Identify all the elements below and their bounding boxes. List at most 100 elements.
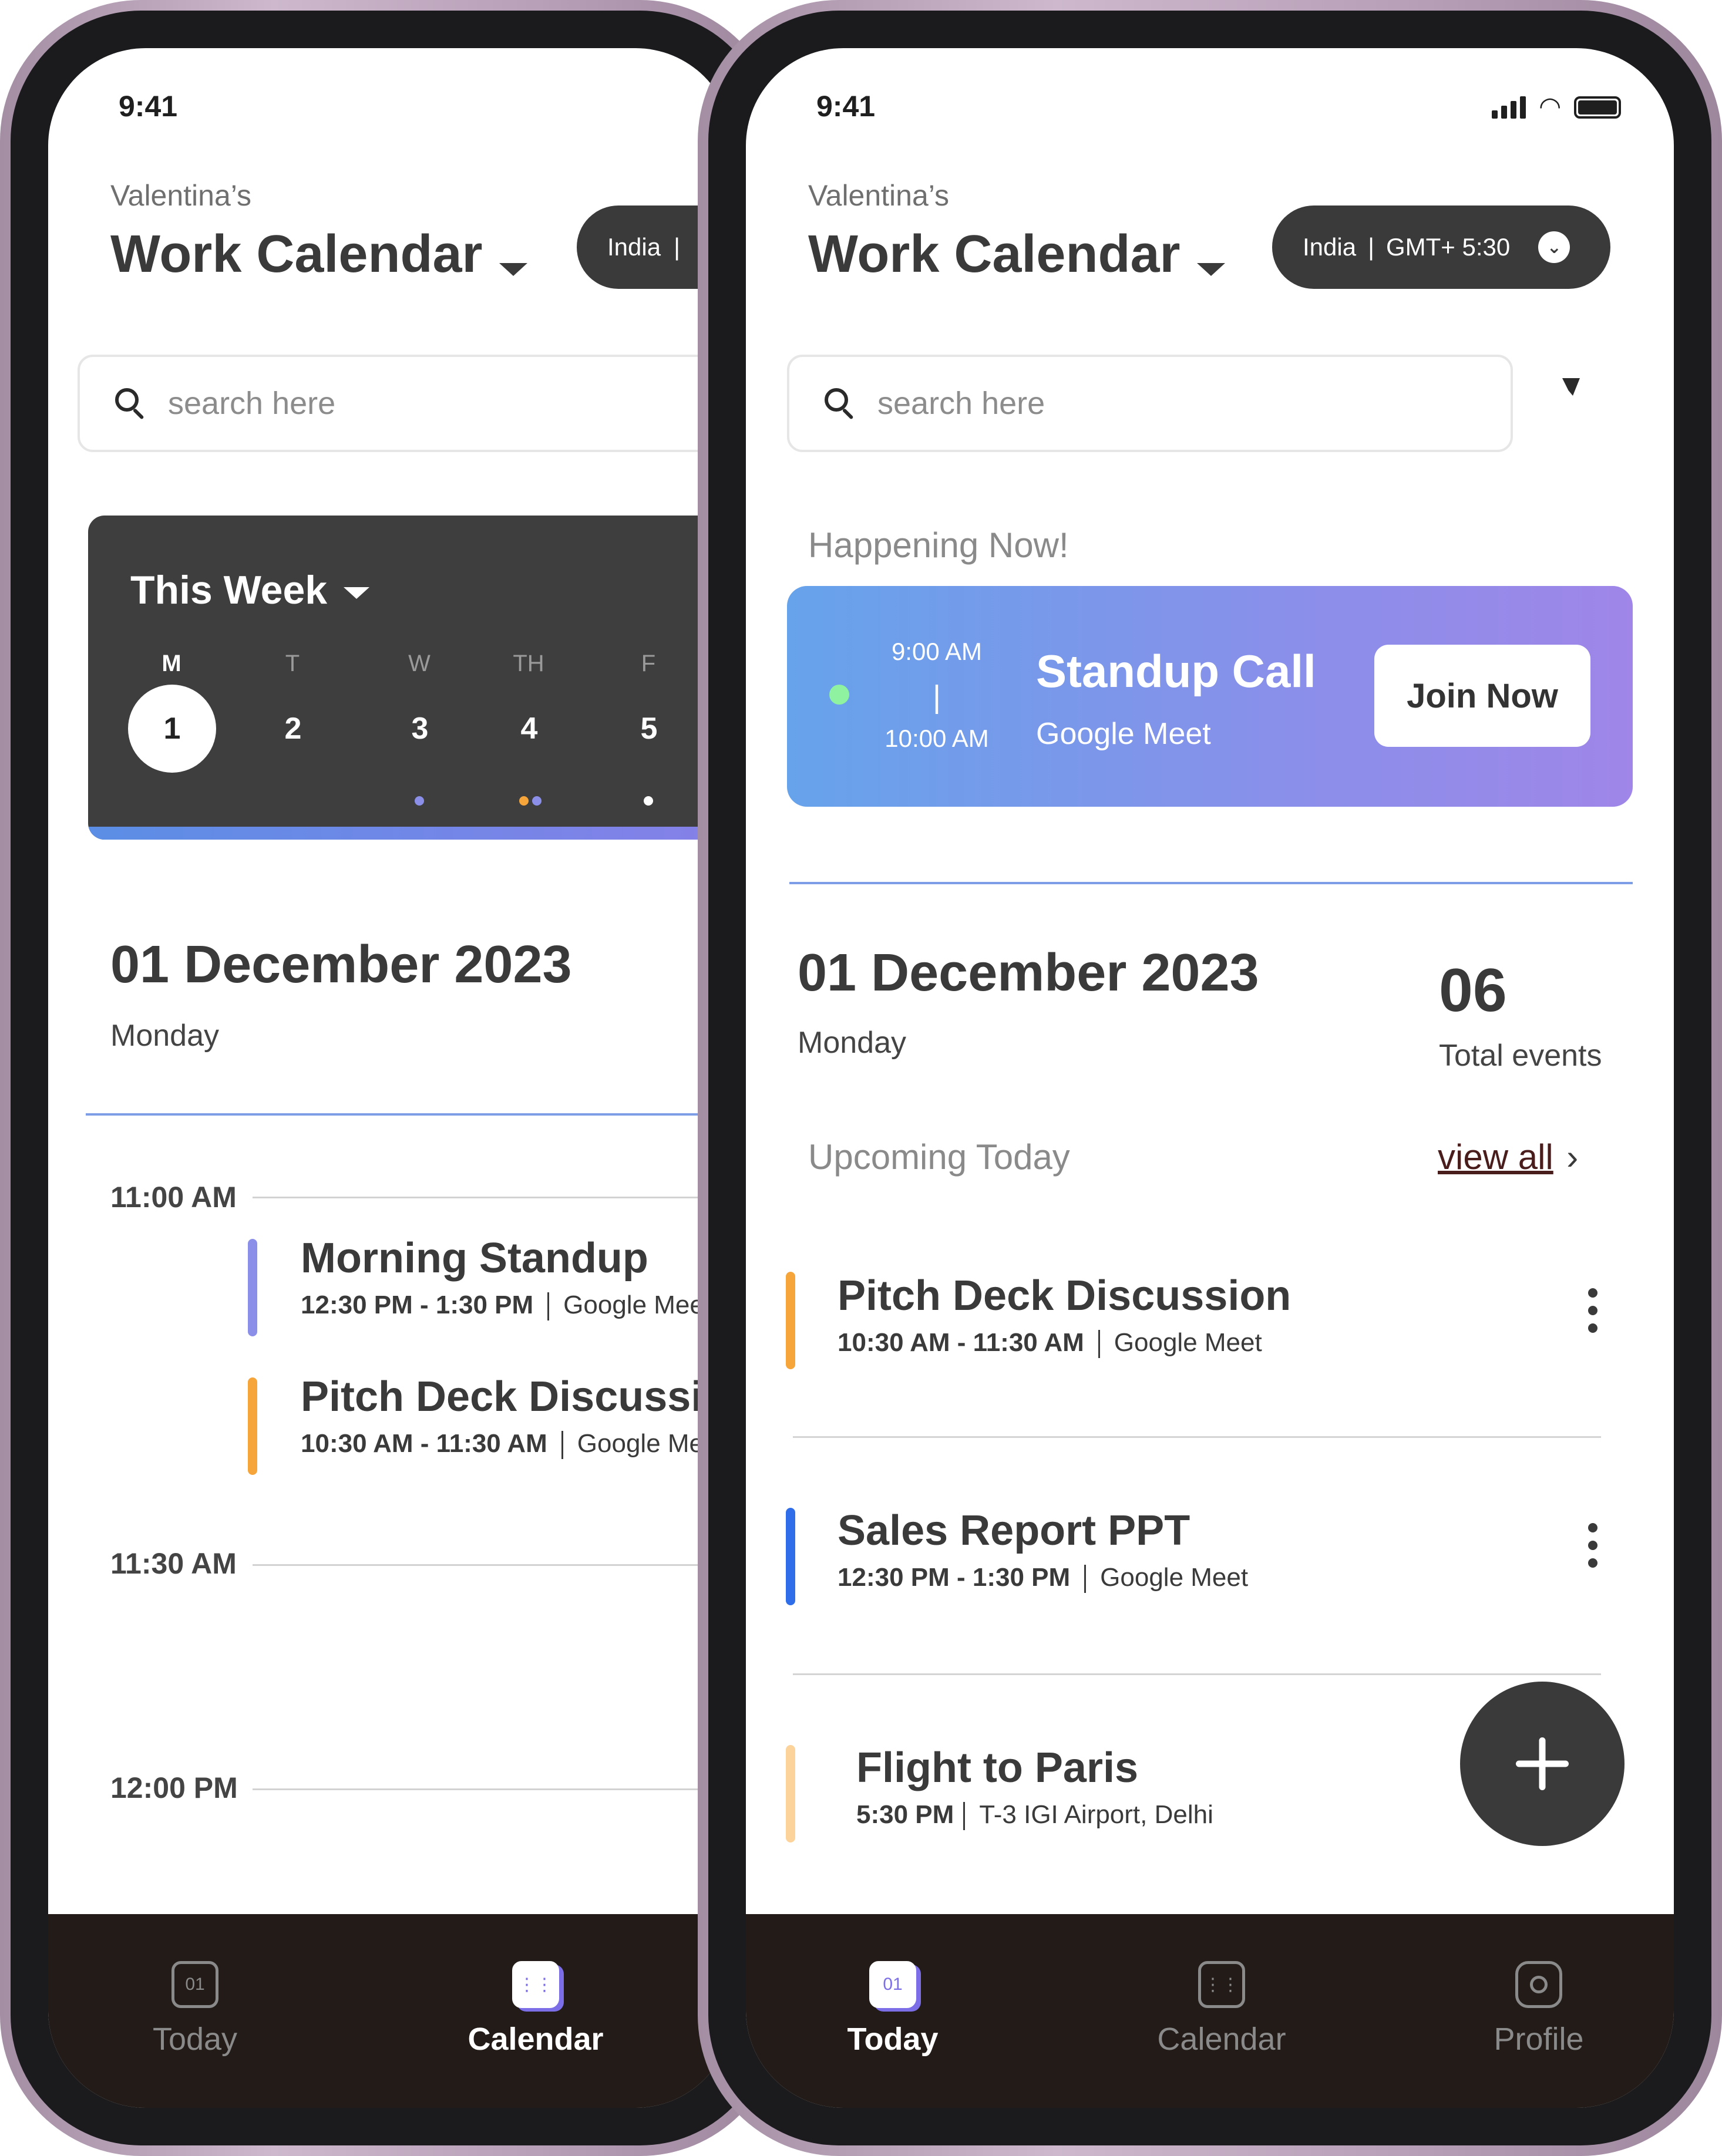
- event-meta: 5:30 PM T-3 IGI Airport, Delhi: [856, 1800, 1385, 1831]
- wifi-icon: ◠: [1539, 92, 1562, 121]
- search-bar[interactable]: search here: [787, 355, 1513, 452]
- phone-bezel: 9:41 ◠ Valentina’s Work Calendar India |…: [708, 11, 1711, 2145]
- calendar-icon: ⋮⋮: [1198, 1961, 1245, 2008]
- event-title: Sales Report PPT: [838, 1507, 1190, 1554]
- calendar-screen: 9:41 Valentina’s Work Calendar India | s…: [48, 48, 733, 2108]
- event-time: 12:30 PM - 1:30 PM: [838, 1563, 1071, 1592]
- search-icon: [115, 388, 146, 419]
- event-title: Morning Standup: [301, 1235, 648, 1282]
- selected-date: 01 December 2023: [798, 944, 1259, 1002]
- time-slot-label: 11:30 AM: [110, 1547, 237, 1580]
- phone-bezel: 9:41 Valentina’s Work Calendar India | s…: [11, 11, 771, 2145]
- event-meta: 10:30 AM - 11:30 AM Google Meet: [838, 1328, 1484, 1359]
- event-location: Google Meet: [1114, 1328, 1262, 1357]
- phone-right: 9:41 ◠ Valentina’s Work Calendar India |…: [698, 0, 1722, 2156]
- event-meta: 12:30 PM - 1:30 PM Google Meet: [301, 1291, 733, 1321]
- schedule-event-morning-standup[interactable]: Morning Standup 12:30 PM - 1:30 PM Google…: [301, 1234, 733, 1340]
- time-slot-label: 12:00 PM: [110, 1771, 238, 1804]
- timezone-separator: |: [674, 233, 680, 261]
- day-label-fri: F: [641, 651, 656, 676]
- nav-today[interactable]: 01 Today: [125, 1961, 265, 2078]
- caret-down-icon: [1196, 262, 1225, 276]
- nav-today-label: Today: [152, 2022, 238, 2057]
- search-placeholder: search here: [877, 386, 1045, 421]
- calendar-day-icon: 01: [171, 1961, 218, 2008]
- phone-left: 9:41 Valentina’s Work Calendar India | s…: [0, 0, 781, 2156]
- nav-today-label: Today: [847, 2022, 939, 2057]
- upcoming-today-label: Upcoming Today: [808, 1137, 1070, 1177]
- list-divider: [793, 1673, 1601, 1675]
- search-placeholder: search here: [168, 386, 336, 421]
- now-time-divider: |: [932, 679, 941, 715]
- nav-today[interactable]: 01 Today: [816, 1961, 969, 2078]
- day-4[interactable]: 4: [485, 685, 573, 773]
- more-options-icon[interactable]: [1588, 1288, 1597, 1341]
- view-all-label: view all: [1438, 1137, 1553, 1177]
- week-card: This Week M T W TH F 1 2 3 4 5: [88, 516, 733, 840]
- calendar-switcher[interactable]: Work Calendar: [110, 224, 527, 285]
- nav-calendar[interactable]: ⋮⋮ Calendar: [448, 1961, 624, 2078]
- calendar-title: Work Calendar: [110, 225, 483, 284]
- status-time: 9:41: [816, 90, 876, 123]
- event-title: Pitch Deck Discussion: [301, 1373, 733, 1420]
- signal-icon: [1492, 96, 1526, 119]
- nav-calendar-label: Calendar: [468, 2022, 604, 2057]
- event-time: 5:30 PM: [856, 1800, 954, 1829]
- event-title: Flight to Paris: [856, 1744, 1139, 1791]
- battery-icon: [1574, 96, 1622, 119]
- now-end-time: 10:00 AM: [884, 725, 989, 752]
- more-options-icon[interactable]: [1588, 1523, 1597, 1576]
- timezone-selector[interactable]: India | GMT+ 5:30 ⌄: [1272, 206, 1610, 289]
- now-event-platform: Google Meet: [1036, 717, 1211, 751]
- nav-profile[interactable]: Profile: [1457, 1961, 1621, 2078]
- now-event-title: Standup Call: [1036, 645, 1316, 697]
- event-location: T-3 IGI Airport, Delhi: [979, 1800, 1213, 1829]
- status-icons: ◠: [1492, 92, 1622, 121]
- calendar-day-icon: 01: [869, 1961, 916, 2008]
- event-color-bar: [248, 1377, 257, 1475]
- schedule-event-pitch-deck[interactable]: Pitch Deck Discussion 10:30 AM - 11:30 A…: [301, 1373, 733, 1478]
- selected-date: 01 December 2023: [110, 935, 572, 994]
- join-now-button[interactable]: Join Now: [1374, 645, 1590, 747]
- search-icon: [825, 388, 855, 419]
- search-bar[interactable]: search here: [78, 355, 733, 452]
- bottom-nav: 01 Today ⋮⋮ Calendar Profile: [746, 1914, 1674, 2108]
- day-1[interactable]: 1: [128, 685, 216, 773]
- happening-now-label: Happening Now!: [808, 525, 1069, 565]
- upcoming-event-sales-report[interactable]: Sales Report PPT 12:30 PM - 1:30 PM Googl…: [838, 1507, 1484, 1612]
- time-slot-line: [253, 1788, 733, 1790]
- nav-calendar[interactable]: ⋮⋮ Calendar: [1134, 1961, 1310, 2078]
- calendar-title: Work Calendar: [808, 225, 1180, 284]
- event-title: Pitch Deck Discussion: [838, 1272, 1292, 1319]
- upcoming-event-pitch-deck[interactable]: Pitch Deck Discussion 10:30 AM - 11:30 A…: [838, 1272, 1484, 1377]
- selected-weekday: Monday: [798, 1026, 906, 1060]
- happening-now-card[interactable]: 9:00 AM | 10:00 AM Standup Call Google M…: [787, 586, 1633, 807]
- day-5[interactable]: 5: [605, 685, 693, 773]
- day-label-wed: W: [408, 651, 430, 676]
- live-indicator-icon: [829, 685, 849, 705]
- event-color-bar: [248, 1239, 257, 1336]
- event-dot: [519, 796, 529, 806]
- event-location: Google Meet: [1100, 1563, 1249, 1592]
- caret-down-icon: [344, 587, 370, 599]
- event-time: 10:30 AM - 11:30 AM: [301, 1429, 547, 1458]
- day-2[interactable]: 2: [249, 685, 337, 773]
- calendar-owner: Valentina’s: [110, 179, 251, 212]
- add-event-button[interactable]: [1460, 1682, 1625, 1846]
- view-all-link[interactable]: view all ›: [1438, 1137, 1578, 1177]
- upcoming-event-flight[interactable]: Flight to Paris 5:30 PM T-3 IGI Airport, …: [856, 1744, 1385, 1850]
- event-dot: [532, 796, 542, 806]
- calendar-switcher[interactable]: Work Calendar: [808, 224, 1225, 285]
- day-label-thu: TH: [513, 651, 544, 676]
- week-selector[interactable]: This Week: [130, 567, 370, 613]
- event-meta: 12:30 PM - 1:30 PM Google Meet: [838, 1563, 1484, 1594]
- now-start-time: 9:00 AM: [891, 638, 983, 665]
- event-color-bar: [786, 1508, 795, 1605]
- week-card-accent: [88, 827, 733, 840]
- filter-icon[interactable]: [1562, 378, 1580, 396]
- chevron-down-icon: ⌄: [1538, 231, 1570, 263]
- list-divider: [793, 1436, 1601, 1438]
- event-color-bar: [786, 1745, 795, 1842]
- event-dot: [415, 796, 424, 806]
- day-3[interactable]: 3: [376, 685, 464, 773]
